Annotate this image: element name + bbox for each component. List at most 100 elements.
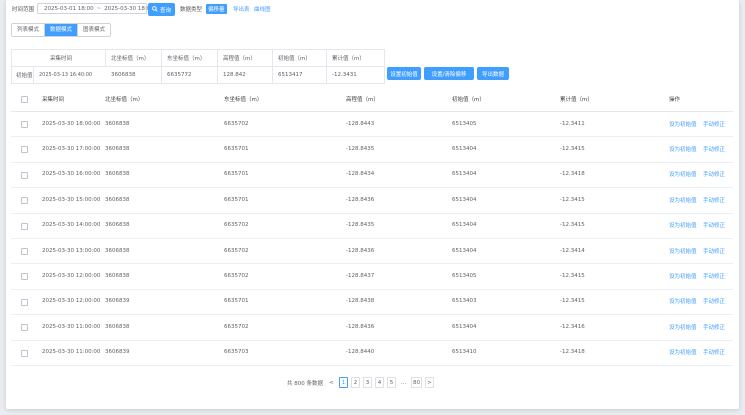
summary-header-time: 采集时间 bbox=[12, 50, 106, 66]
pagination-page-last[interactable]: 80 bbox=[411, 377, 422, 388]
date-range-picker[interactable]: 2025-03-01 18:00 ~ 2025-03-30 18:00 bbox=[37, 3, 154, 14]
query-button[interactable]: 查询 bbox=[148, 3, 175, 16]
set-as-initial-link[interactable]: 设为初始值 bbox=[669, 221, 697, 229]
cell-elevation: -128.8436 bbox=[346, 247, 375, 254]
set-clear-offset-button[interactable]: 设置/清除偏移 bbox=[424, 67, 474, 80]
cell-time: 2025-03-30 12:00:00 bbox=[42, 298, 101, 305]
export-table-link[interactable]: 导出表 bbox=[233, 5, 250, 13]
select-all-checkbox[interactable] bbox=[21, 96, 28, 103]
cell-elevation: -128.8438 bbox=[346, 298, 375, 305]
row-checkbox[interactable] bbox=[21, 222, 28, 230]
row-checkbox[interactable] bbox=[21, 121, 28, 128]
set-as-initial-link[interactable]: 设为初始值 bbox=[669, 145, 697, 153]
cell-initial: 6513404 bbox=[452, 222, 477, 229]
export-data-button[interactable]: 导出数据 bbox=[477, 67, 509, 80]
manual-correct-link[interactable]: 手动修正 bbox=[703, 145, 725, 153]
row-checkbox[interactable] bbox=[21, 349, 28, 357]
date-start-value: 2025-03-01 18:00 bbox=[44, 5, 94, 12]
cell-east: 6635703 bbox=[224, 349, 249, 356]
row-checkbox[interactable] bbox=[21, 273, 28, 281]
set-as-initial-link[interactable]: 设为初始值 bbox=[669, 120, 697, 128]
data-table: 采集时间 北坐标值（m） 东坐标值（m） 高程值（m） 初始值（m） 累计值（m… bbox=[11, 86, 733, 371]
cell-elevation: -128.8436 bbox=[346, 196, 375, 203]
col-header-cumulative: 累计值（m） bbox=[560, 96, 593, 103]
manual-correct-link[interactable]: 手动修正 bbox=[703, 247, 725, 255]
manual-correct-link[interactable]: 手动修正 bbox=[703, 272, 725, 280]
col-header-actions: 操作 bbox=[669, 96, 681, 103]
cell-time: 2025-03-30 17:00:00 bbox=[42, 146, 101, 153]
mode-offset-tag[interactable]: 偏移量 bbox=[206, 4, 227, 14]
cell-north: 3606839 bbox=[105, 349, 130, 356]
table-row: 2025-03-30 11:00:00 3606839 6635703 -128.84… bbox=[11, 340, 733, 366]
set-as-initial-link[interactable]: 设为初始值 bbox=[669, 196, 697, 204]
cell-north: 3606838 bbox=[105, 196, 130, 203]
cell-east: 6635702 bbox=[224, 222, 249, 229]
cell-elevation: -128.8443 bbox=[346, 120, 375, 127]
summary-elevation: 128.842 bbox=[218, 66, 273, 83]
col-header-time: 采集时间 bbox=[42, 96, 65, 103]
cell-time: 2025-03-30 16:00:00 bbox=[42, 171, 101, 178]
tab-chart-mode[interactable]: 图表模式 bbox=[78, 24, 111, 36]
row-checkbox[interactable] bbox=[21, 324, 28, 332]
summary-header-row: 采集时间 北坐标值（m） 东坐标值（m） 高程值（m） 初始值（m） 累计值（m… bbox=[12, 50, 384, 67]
cell-cumulative: -12.3414 bbox=[560, 247, 585, 254]
cell-east: 6635701 bbox=[224, 171, 249, 178]
chart-link[interactable]: 曲线图 bbox=[254, 5, 271, 13]
manual-correct-link[interactable]: 手动修正 bbox=[703, 348, 725, 356]
set-as-initial-link[interactable]: 设为初始值 bbox=[669, 272, 697, 280]
set-initial-button[interactable]: 设置初始值 bbox=[387, 67, 421, 80]
table-header: 采集时间 北坐标值（m） 东坐标值（m） 高程值（m） 初始值（m） 累计值（m… bbox=[11, 86, 733, 112]
pagination-prev-button[interactable]: < bbox=[327, 377, 336, 388]
manual-correct-link[interactable]: 手动修正 bbox=[703, 120, 725, 128]
pagination-page-3[interactable]: 3 bbox=[363, 377, 372, 388]
table-row: 2025-03-30 12:00:00 3606838 6635702 -128.84… bbox=[11, 263, 733, 290]
cell-time: 2025-03-30 13:00:00 bbox=[42, 247, 101, 254]
manual-correct-link[interactable]: 手动修正 bbox=[703, 196, 725, 204]
table-row: 2025-03-30 17:00:00 3606838 6635701 -128.84… bbox=[11, 136, 733, 163]
manual-correct-link[interactable]: 手动修正 bbox=[703, 297, 725, 305]
pagination-total: 共 800 条数据 bbox=[287, 380, 323, 387]
manual-correct-link[interactable]: 手动修正 bbox=[703, 323, 725, 331]
pagination-next-button[interactable]: > bbox=[425, 377, 434, 388]
cell-initial: 6513410 bbox=[452, 349, 477, 356]
pagination-page-2[interactable]: 2 bbox=[351, 377, 360, 388]
main-panel: 时间范围 2025-03-01 18:00 ~ 2025-03-30 18:00… bbox=[6, 0, 739, 409]
cell-elevation: -128.8435 bbox=[346, 146, 375, 153]
pagination: 共 800 条数据 < 1 2 3 4 5 … 80 > bbox=[287, 377, 437, 388]
row-checkbox[interactable] bbox=[21, 298, 28, 306]
summary-initial: 6513417 bbox=[273, 66, 327, 83]
cell-elevation: -128.8436 bbox=[346, 323, 375, 330]
cell-east: 6635701 bbox=[224, 196, 249, 203]
pagination-page-5[interactable]: 5 bbox=[387, 377, 396, 388]
search-icon bbox=[152, 5, 158, 14]
pagination-ellipsis[interactable]: … bbox=[399, 377, 408, 388]
col-header-east: 东坐标值（m） bbox=[224, 96, 263, 103]
row-checkbox[interactable] bbox=[21, 146, 28, 154]
pagination-page-1[interactable]: 1 bbox=[339, 377, 348, 388]
cell-cumulative: -12.3415 bbox=[560, 222, 585, 229]
cell-elevation: -128.8435 bbox=[346, 222, 375, 229]
cell-time: 2025-03-30 12:00:00 bbox=[42, 273, 101, 280]
cell-initial: 6513404 bbox=[452, 247, 477, 254]
set-as-initial-link[interactable]: 设为初始值 bbox=[669, 170, 697, 178]
row-checkbox[interactable] bbox=[21, 248, 28, 255]
summary-header-cumulative: 累计值（m） bbox=[332, 56, 365, 62]
row-checkbox[interactable] bbox=[21, 197, 28, 205]
tab-data-mode[interactable]: 数据模式 bbox=[45, 24, 79, 36]
set-as-initial-link[interactable]: 设为初始值 bbox=[669, 323, 697, 331]
cell-north: 3606839 bbox=[105, 298, 130, 305]
cell-cumulative: -12.3415 bbox=[560, 298, 585, 305]
summary-header-elevation: 高程值（m） bbox=[218, 50, 273, 66]
cell-north: 3606838 bbox=[105, 247, 130, 254]
row-checkbox[interactable] bbox=[21, 171, 28, 179]
manual-correct-link[interactable]: 手动修正 bbox=[703, 170, 725, 178]
pagination-page-4[interactable]: 4 bbox=[375, 377, 384, 388]
cell-cumulative: -12.3418 bbox=[560, 171, 585, 178]
manual-correct-link[interactable]: 手动修正 bbox=[703, 221, 725, 229]
cell-cumulative: -12.3415 bbox=[560, 146, 585, 153]
set-as-initial-link[interactable]: 设为初始值 bbox=[669, 348, 697, 356]
set-as-initial-link[interactable]: 设为初始值 bbox=[669, 247, 697, 255]
tab-list-mode[interactable]: 列表模式 bbox=[12, 24, 46, 36]
set-as-initial-link[interactable]: 设为初始值 bbox=[669, 297, 697, 305]
table-row: 2025-03-30 18:00:00 3606838 6635702 -128.84… bbox=[11, 111, 733, 138]
